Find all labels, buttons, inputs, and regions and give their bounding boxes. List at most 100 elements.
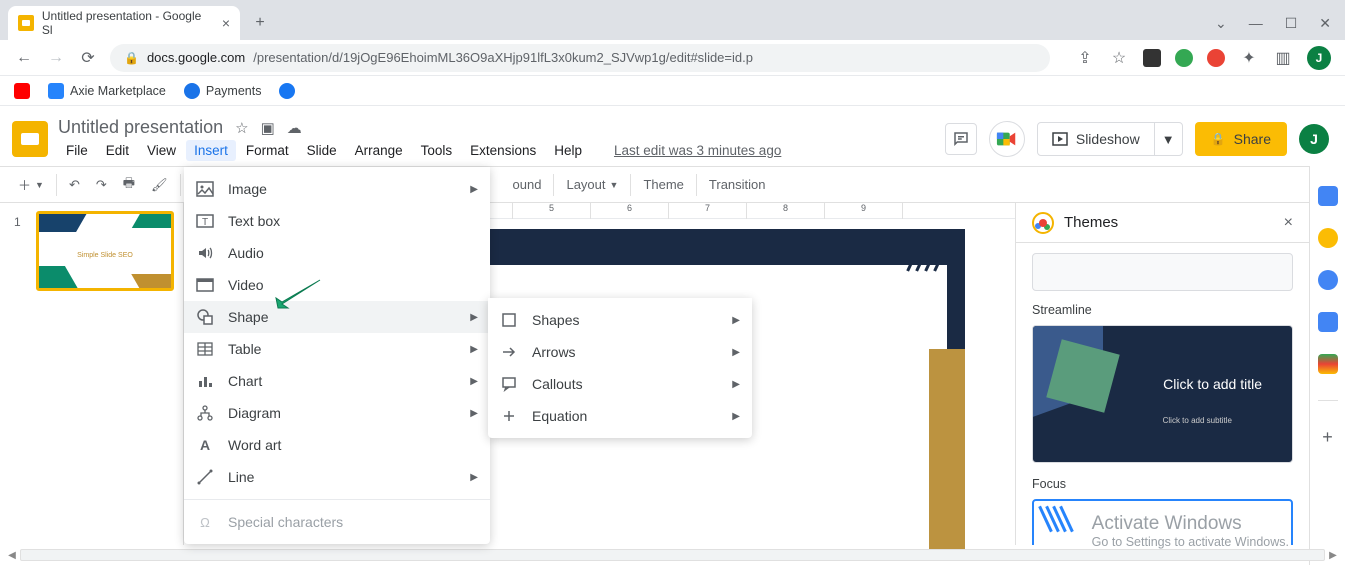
slideshow-button[interactable]: Slideshow <box>1038 123 1154 155</box>
menu-item-line[interactable]: Line ▶ <box>184 461 490 493</box>
filmstrip[interactable]: 1 Simple Slide SEO <box>0 203 184 545</box>
menu-item-table[interactable]: Table ▶ <box>184 333 490 365</box>
menu-label: Audio <box>228 245 264 261</box>
extension-red-icon[interactable] <box>1207 49 1225 67</box>
submenu-item-equation[interactable]: Equation ▶ <box>488 400 752 432</box>
background-button-partial[interactable]: ound <box>505 173 550 196</box>
facebook-icon[interactable] <box>279 83 295 99</box>
menu-slide[interactable]: Slide <box>299 140 345 161</box>
contacts-icon[interactable] <box>1318 312 1338 332</box>
paint-format-button[interactable]: 🖌 <box>143 173 176 197</box>
shape-icon <box>196 308 214 326</box>
tasks-icon[interactable] <box>1318 270 1338 290</box>
scroll-track[interactable] <box>20 549 1325 561</box>
menu-item-textbox[interactable]: T Text box <box>184 205 490 237</box>
new-tab-button[interactable]: + <box>246 9 274 37</box>
close-window-icon[interactable]: ✕ <box>1319 15 1331 32</box>
move-doc-icon[interactable]: ▣ <box>261 119 275 137</box>
menu-label: Diagram <box>228 405 281 421</box>
maps-icon[interactable] <box>1318 354 1338 374</box>
comments-button[interactable] <box>945 123 977 155</box>
menu-item-diagram[interactable]: Diagram ▶ <box>184 397 490 429</box>
menu-file[interactable]: File <box>58 140 96 161</box>
bookmark-payments[interactable]: Payments <box>184 83 262 99</box>
lock-icon: 🔒 <box>124 51 139 65</box>
diagram-icon <box>196 404 214 422</box>
minimize-icon[interactable]: — <box>1249 15 1263 32</box>
menu-item-image[interactable]: Image ▶ <box>184 173 490 205</box>
menu-item-video[interactable]: Video <box>184 269 490 301</box>
menu-item-wordart[interactable]: A Word art <box>184 429 490 461</box>
slideshow-label: Slideshow <box>1076 131 1140 147</box>
menu-label: Word art <box>228 437 281 453</box>
arrows-icon <box>500 343 518 361</box>
close-tab-icon[interactable]: × <box>222 15 230 31</box>
scroll-right-icon[interactable]: ▶ <box>1325 547 1341 563</box>
layout-button[interactable]: Layout▼ <box>558 173 626 196</box>
menu-item-shape[interactable]: Shape ▶ <box>184 301 490 333</box>
menu-tools[interactable]: Tools <box>413 140 461 161</box>
submenu-item-shapes[interactable]: Shapes ▶ <box>488 304 752 336</box>
url-path: /presentation/d/19jOgE96EhoimML36O9aXHjp… <box>253 50 753 65</box>
menu-edit[interactable]: Edit <box>98 140 137 161</box>
submenu-item-callouts[interactable]: Callouts ▶ <box>488 368 752 400</box>
menu-item-chart[interactable]: Chart ▶ <box>184 365 490 397</box>
print-button[interactable]: 🖶 <box>115 170 143 200</box>
new-slide-button[interactable]: ＋▼ <box>10 171 52 198</box>
themes-panel: Themes × Streamline Click to add title C… <box>1015 203 1309 545</box>
url-input[interactable]: 🔒 docs.google.com/presentation/d/19jOgE9… <box>110 44 1050 72</box>
reload-icon[interactable]: ⟳ <box>78 48 98 68</box>
maximize-icon[interactable]: ☐ <box>1285 15 1298 32</box>
menu-help[interactable]: Help <box>546 140 590 161</box>
horizontal-scrollbar[interactable]: ◀ ▶ <box>4 547 1341 563</box>
slide-thumbnail[interactable]: Simple Slide SEO <box>36 211 174 291</box>
scroll-left-icon[interactable]: ◀ <box>4 547 20 563</box>
theme-button[interactable]: Theme <box>635 173 691 196</box>
star-doc-icon[interactable]: ☆ <box>235 119 248 137</box>
submenu-arrow-icon: ▶ <box>732 347 740 358</box>
calendar-icon[interactable] <box>1318 186 1338 206</box>
menu-insert[interactable]: Insert <box>186 140 236 161</box>
share-page-icon[interactable]: ⇪ <box>1075 48 1095 68</box>
theme-card-streamline[interactable]: Click to add title Click to add subtitle <box>1032 325 1293 463</box>
cloud-status-icon[interactable]: ☁ <box>287 119 302 137</box>
browser-profile-avatar[interactable]: J <box>1307 46 1331 70</box>
menu-view[interactable]: View <box>139 140 184 161</box>
transition-button[interactable]: Transition <box>701 173 774 196</box>
document-title[interactable]: Untitled presentation <box>58 117 223 138</box>
menu-item-audio[interactable]: Audio <box>184 237 490 269</box>
chevron-down-icon[interactable]: ⌄ <box>1215 15 1227 32</box>
submenu-arrow-icon: ▶ <box>732 315 740 326</box>
theme-preview-top[interactable] <box>1032 253 1293 291</box>
back-icon[interactable]: ← <box>14 49 34 67</box>
bookmark-axie[interactable]: Axie Marketplace <box>48 83 166 99</box>
meet-button[interactable] <box>989 121 1025 157</box>
bookmark-label: Axie Marketplace <box>70 84 166 98</box>
star-icon[interactable]: ☆ <box>1109 48 1129 68</box>
close-panel-icon[interactable]: × <box>1284 214 1293 232</box>
browser-tab[interactable]: Untitled presentation - Google Sl × <box>8 6 240 40</box>
menu-arrange[interactable]: Arrange <box>347 140 411 161</box>
share-button[interactable]: 🔒 Share <box>1195 122 1287 156</box>
last-edit-link[interactable]: Last edit was 3 minutes ago <box>606 140 789 161</box>
keep-icon[interactable] <box>1318 228 1338 248</box>
submenu-item-arrows[interactable]: Arrows ▶ <box>488 336 752 368</box>
slideshow-dropdown[interactable]: ▼ <box>1154 123 1182 155</box>
menu-format[interactable]: Format <box>238 140 297 161</box>
reading-list-icon[interactable]: ▥ <box>1273 48 1293 68</box>
slides-favicon-icon <box>18 15 34 31</box>
add-addon-icon[interactable]: + <box>1322 427 1333 448</box>
extension-green-icon[interactable] <box>1175 49 1193 67</box>
extensions-puzzle-icon[interactable]: ✦ <box>1239 48 1259 68</box>
submenu-arrow-icon: ▶ <box>470 408 478 419</box>
svg-text:A: A <box>200 437 210 453</box>
menu-label: Image <box>228 181 267 197</box>
menu-extensions[interactable]: Extensions <box>462 140 544 161</box>
redo-button[interactable]: ↷ <box>88 173 115 197</box>
slides-logo-icon[interactable] <box>12 121 48 157</box>
account-avatar[interactable]: J <box>1299 124 1329 154</box>
extension-m-icon[interactable] <box>1143 49 1161 67</box>
comment-icon <box>952 130 970 148</box>
youtube-icon[interactable] <box>14 83 30 99</box>
undo-button[interactable]: ↶ <box>61 173 88 197</box>
